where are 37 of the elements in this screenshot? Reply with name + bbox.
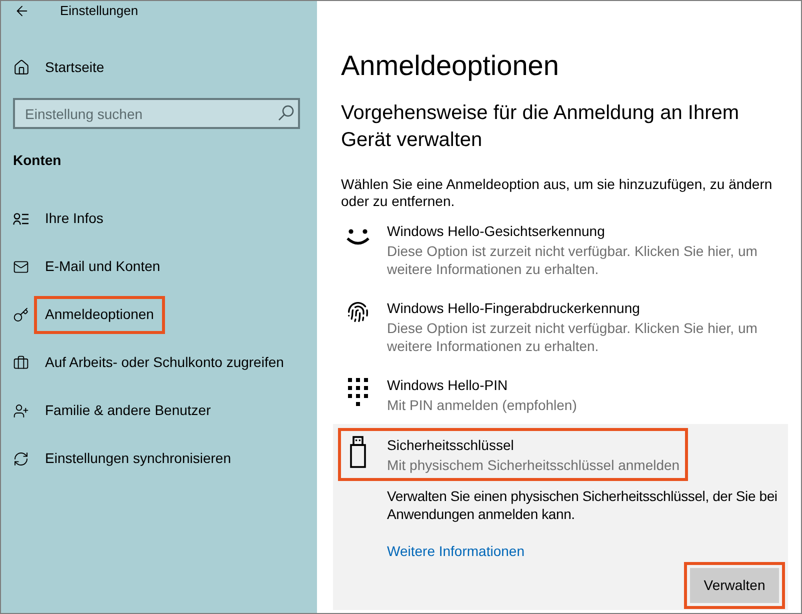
option-title[interactable]: Windows Hello-PIN <box>387 375 508 395</box>
section-heading: Konten <box>13 151 62 170</box>
option-subtitle: Diese Option ist zurzeit nicht verfügbar. Klicken Sie hier, um weitere Informationen zu erhalten. <box>387 242 758 278</box>
option-description: Verwalten Sie einen physischen Sicherheitsschlüssel, der Sie bei Anwendungen anmelden kann. <box>387 487 778 523</box>
more-info-link[interactable]: Weitere Informationen <box>387 541 524 561</box>
option-subtitle: Diese Option ist zurzeit nicht verfügbar. Klicken Sie hier, um weitere Informationen zu erhalten. <box>387 319 758 355</box>
search-icon <box>278 105 294 121</box>
home-icon <box>13 58 30 76</box>
smiley-face-icon <box>346 229 370 246</box>
envelope-icon <box>13 259 29 275</box>
key-icon <box>13 307 29 323</box>
sidebar-item[interactable]: Einstellungen synchronisieren <box>45 448 231 468</box>
option-subtitle: Mit PIN anmelden (empfohlen) <box>387 396 577 414</box>
usb-key-icon <box>350 436 366 468</box>
person-plus-icon <box>13 403 29 419</box>
option-title[interactable]: Sicherheitsschlüssel <box>387 435 514 455</box>
sidebar-item[interactable]: Anmeldeoptionen <box>45 304 154 324</box>
option-title[interactable]: Windows Hello-Fingerabdruckerkennung <box>387 298 640 318</box>
person-list-icon <box>13 213 29 225</box>
back-button[interactable] <box>14 3 30 19</box>
intro-text: Wählen Sie eine Anmeldeoption aus, um sie hinzuzufügen, zu ändern oder zu entfernen. <box>341 176 774 210</box>
page-subtitle: Vorgehensweise für die Anmeldung an Ihrem Gerät verwalten <box>341 101 740 153</box>
sync-icon <box>13 451 29 467</box>
sidebar-item[interactable]: Auf Arbeits- oder Schulkonto zugreifen <box>45 352 284 372</box>
fingerprint-icon <box>347 301 369 323</box>
pin-pad-icon <box>348 378 368 406</box>
sidebar-item[interactable]: Familie & andere Benutzer <box>45 400 211 420</box>
briefcase-icon <box>13 355 29 371</box>
option-subtitle: Mit physischem Sicherheitsschlüssel anmelden <box>387 456 680 474</box>
search-field[interactable]: Einstellung suchen <box>13 98 300 129</box>
page-title: Anmeldeoptionen <box>341 49 559 83</box>
home-link[interactable]: Startseite <box>45 57 104 77</box>
manage-button[interactable]: Verwalten <box>690 568 779 603</box>
window-title: Einstellungen <box>60 2 138 20</box>
sidebar-item[interactable]: E-Mail und Konten <box>45 256 160 276</box>
option-title[interactable]: Windows Hello-Gesichtserkennung <box>387 221 605 241</box>
sidebar-item[interactable]: Ihre Infos <box>45 208 104 228</box>
